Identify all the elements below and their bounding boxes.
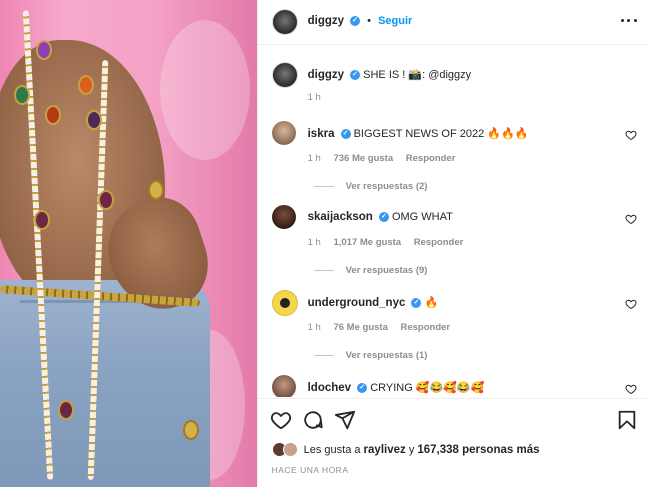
caption-meta: 1 h [308,92,331,103]
likes-user[interactable]: raylivez [364,444,406,456]
verified-icon: ✓ [340,129,351,140]
gold-button [148,180,164,200]
view-replies-button[interactable]: Ver respuestas (1) [313,350,428,361]
comment-meta: 1 h 1,017 Me gusta Responder [308,237,474,248]
caption-text: SHE IS ! 📸: @diggzy [363,69,472,81]
comment-text: OMG WHAT [391,211,453,223]
author-avatar[interactable] [271,62,298,88]
comment-likes[interactable]: 1,017 Me gusta [333,237,401,248]
gem-plum [34,210,50,230]
post-header: diggzy ✓ • Seguir [257,0,650,45]
commenter-avatar[interactable] [271,290,298,316]
gem-green [14,85,30,105]
likes-count[interactable]: 167,338 personas más [417,444,539,456]
post-panel: diggzy ✓ • Seguir diggzy ✓ SHE IS ! 📸: @… [256,0,650,487]
post-photo[interactable] [0,0,257,487]
action-bar [257,398,650,439]
comment-text-row: underground_nyc ✓ 🔥 [308,296,608,309]
replies-divider [313,355,334,356]
verified-icon: ✓ [411,298,422,309]
reply-button[interactable]: Responder [406,153,456,164]
gem-red [45,105,61,125]
verified-icon: ✓ [378,212,389,223]
follow-button[interactable]: Seguir [378,15,412,27]
replies-divider [313,186,334,187]
caption-text-row: diggzy ✓ SHE IS ! 📸: @diggzy [308,68,608,81]
author-username[interactable]: diggzy [308,15,344,27]
heart-icon[interactable] [625,383,637,395]
gem-purple [36,40,52,60]
comment-text-row: skaijackson ✓ OMG WHAT [308,211,608,223]
comment-username[interactable]: underground_nyc [308,297,406,309]
comment-text-row: iskra ✓ BIGGEST NEWS OF 2022 🔥🔥🔥 [308,127,608,140]
more-icon[interactable] [620,14,637,26]
comments-list[interactable]: diggzy ✓ SHE IS ! 📸: @diggzy 1 h iskra ✓… [258,45,650,397]
share-icon[interactable] [334,409,356,431]
commenter-avatar[interactable] [271,375,296,397]
caption-username[interactable]: diggzy [308,69,344,81]
likes-prefix: Les gusta a [303,443,361,456]
comment-time[interactable]: 1 h [308,237,321,248]
view-replies-label: Ver respuestas (9) [345,265,428,276]
comment-likes[interactable]: 76 Me gusta [333,322,387,333]
view-replies-button[interactable]: Ver respuestas (2) [313,181,428,192]
comment-time[interactable]: 1 h [308,153,321,164]
view-replies-button[interactable]: Ver respuestas (9) [313,265,428,276]
author-avatar[interactable] [271,9,298,35]
verified-icon: ✓ [350,16,361,27]
reply-button[interactable]: Responder [401,322,451,333]
view-replies-label: Ver respuestas (1) [345,350,428,361]
commenter-avatar[interactable] [271,121,296,145]
jeans-shape [0,280,210,487]
post-time[interactable]: HACE UNA HORA [272,465,349,475]
comment-text: CRYING 🥰😂🥰😂🥰 [370,382,485,394]
comment-meta: 1 h 76 Me gusta Responder [308,322,461,333]
replies-divider [313,270,334,271]
gem-plum [58,400,74,420]
heart-icon[interactable] [625,213,637,225]
verified-icon: ✓ [350,70,361,81]
gold-button [183,420,199,440]
verified-icon: ✓ [357,383,368,394]
jacket-highlight [160,20,250,160]
heart-icon[interactable] [625,129,637,141]
caption-time[interactable]: 1 h [308,92,321,103]
comment-text: 🔥 [424,297,439,309]
liker-avatar [282,442,298,457]
heart-icon[interactable] [270,409,292,431]
comment-meta: 1 h 736 Me gusta Responder [308,153,466,164]
comment-username[interactable]: skaijackson [308,211,373,223]
comment-text-row: ldochev ✓ CRYING 🥰😂🥰😂🥰 [308,381,608,394]
comment-icon[interactable] [302,409,324,431]
comment-text: BIGGEST NEWS OF 2022 🔥🔥🔥 [353,128,529,140]
commenter-avatar[interactable] [271,205,296,229]
author-name-row: diggzy ✓ • Seguir [308,15,413,27]
gem-plum [98,190,114,210]
comment-likes[interactable]: 736 Me gusta [333,153,393,164]
likes-middle: y [408,443,415,456]
separator-dot: • [367,15,372,27]
gem-plum [86,110,102,130]
comment-username[interactable]: ldochev [308,382,351,394]
gem-orange [78,75,94,95]
reply-button[interactable]: Responder [414,237,464,248]
view-replies-label: Ver respuestas (2) [345,181,428,192]
comment-time[interactable]: 1 h [308,322,321,333]
instagram-post: diggzy ✓ • Seguir diggzy ✓ SHE IS ! 📸: @… [0,0,650,487]
heart-icon[interactable] [625,298,637,310]
bookmark-icon[interactable] [616,409,638,431]
logo-mark [279,298,290,308]
comment-username[interactable]: iskra [308,128,335,140]
likes-summary: Les gusta a raylivez y 167,338 personas … [271,442,539,457]
